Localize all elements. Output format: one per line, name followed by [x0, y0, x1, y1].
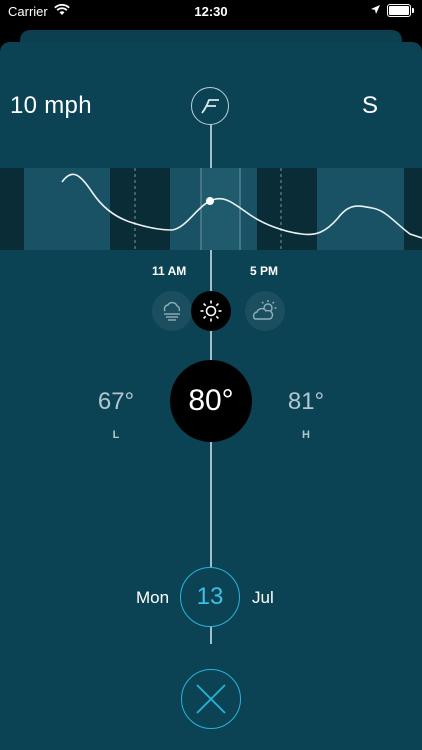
start-time-label: 11 AM [152, 264, 187, 278]
end-time-label: 5 PM [250, 264, 279, 278]
close-button[interactable] [181, 669, 241, 729]
status-bar: Carrier 12:30 [0, 0, 422, 24]
wind-direction: S [361, 92, 378, 119]
tide-graph[interactable] [0, 168, 422, 250]
night-band [257, 168, 317, 250]
month-label: Jul [252, 588, 274, 607]
forecast-sheet: 10 mph S 11 AM 5 PM 67° L 80° 81° H Mon … [0, 42, 422, 750]
low-temperature: 67° [97, 388, 135, 415]
battery-cap [412, 8, 414, 13]
current-temperature: 80° [170, 360, 252, 442]
date-picker-button[interactable]: 13 [180, 567, 240, 627]
night-band [110, 168, 170, 250]
high-temperature: 81° [287, 388, 325, 415]
current-time-marker [206, 197, 214, 205]
partly-cloudy-icon[interactable] [245, 291, 285, 331]
close-icon [196, 684, 226, 714]
selection-window [201, 168, 241, 250]
location-arrow-icon [370, 3, 381, 18]
fog-icon[interactable] [152, 291, 192, 331]
status-time: 12:30 [194, 4, 228, 19]
battery-icon [387, 4, 411, 17]
app-logo-icon[interactable] [191, 87, 229, 125]
wind-speed: 10 mph [10, 92, 92, 119]
sun-icon[interactable] [191, 291, 231, 331]
day-of-week: Mon [136, 588, 170, 607]
status-right [370, 3, 414, 18]
high-temperature-label: H [302, 429, 310, 441]
night-band [0, 168, 24, 250]
low-temperature-label: L [112, 429, 120, 441]
